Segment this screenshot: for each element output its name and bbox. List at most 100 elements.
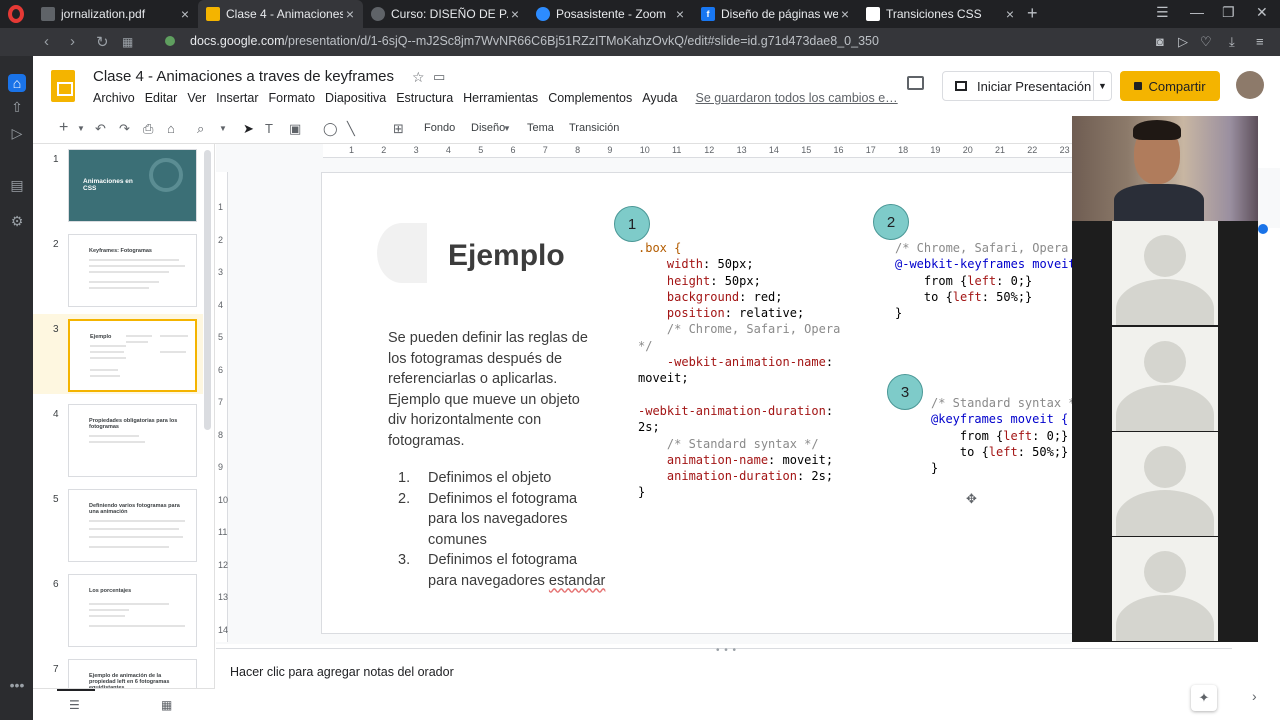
heart-icon[interactable]: ♡ [1200,34,1212,50]
close-tab-icon[interactable]: × [343,6,357,22]
browser-tab-transiciones[interactable]: Transiciones CSS × [858,0,1023,28]
step-badge-1[interactable]: 1 [614,206,650,242]
extension-icon[interactable] [1258,224,1268,234]
filmstrip-scrollbar[interactable] [204,150,211,430]
send-icon[interactable]: ▷ [1178,34,1188,50]
code-block-box[interactable]: .box { width: 50px; height: 50px; backgr… [638,240,840,501]
forward-icon[interactable]: › [70,33,75,50]
opera-logo-icon[interactable] [8,5,24,23]
document-title[interactable]: Clase 4 - Animaciones a traves de keyfra… [93,68,394,85]
user-avatar[interactable] [1236,71,1264,99]
menu-ayuda[interactable]: Ayuda [642,91,677,105]
step-badge-2[interactable]: 2 [873,204,909,240]
close-tab-icon[interactable]: × [838,6,852,22]
new-tab-icon[interactable]: + [1027,3,1038,24]
grid-icon[interactable]: ▦ [122,35,133,49]
close-tab-icon[interactable]: × [1003,6,1017,22]
menu-formato[interactable]: Formato [269,91,316,105]
slide[interactable]: Ejemplo Se pueden definir las reglas de … [321,172,1081,634]
url-field[interactable]: docs.google.com/presentation/d/1-6sjQ--m… [190,34,879,48]
menu-diapositiva[interactable]: Diapositiva [325,91,386,105]
slide-thumbnail-active[interactable]: 3 Ejemplo [33,314,203,394]
grid-view-icon[interactable]: ▦ [161,698,172,712]
side-panel-chevron-icon[interactable]: › [1252,688,1257,704]
slide-thumbnail[interactable]: 6 Los porcentajes [33,569,203,649]
maximize-icon[interactable]: ❐ [1222,4,1235,21]
secure-lock-icon[interactable] [165,36,175,46]
settings-gear-icon[interactable]: ⚙ [8,212,26,230]
share-button[interactable]: Compartir [1120,71,1220,101]
code-block-webkit-keyframes[interactable]: /* Chrome, Safari, Opera @-webkit-keyfra… [895,240,1076,321]
slide-paragraph[interactable]: Se pueden definir las reglas de los foto… [388,328,588,451]
code-block-keyframes[interactable]: /* Standard syntax */ @keyframes moveit … [931,395,1080,476]
browser-tab-slides[interactable]: Clase 4 - Animaciones a tra × [198,0,363,28]
saved-status[interactable]: Se guardaron todos los cambios e… [695,91,897,105]
slide-list[interactable]: 1. Definimos el objeto 2. Definimos el fot… [388,468,608,591]
menu-herramientas[interactable]: Herramientas [463,91,538,105]
participant-placeholder[interactable] [1112,221,1218,325]
close-tab-icon[interactable]: × [178,6,192,22]
select-cursor-icon[interactable]: ➤ [243,121,254,137]
close-tab-icon[interactable]: × [673,6,687,22]
menu-estructura[interactable]: Estructura [396,91,453,105]
background-button[interactable]: Fondo [424,122,455,134]
image-icon[interactable]: ▣ [289,121,301,137]
download-icon[interactable]: ⤓ [1229,34,1235,50]
browser-tab-facebook[interactable]: f Diseño de páginas web ( II × [693,0,858,28]
print-icon[interactable]: ⎙ [143,121,153,137]
menu-archivo[interactable]: Archivo [93,91,135,105]
menu-complementos[interactable]: Complementos [548,91,632,105]
menu-insertar[interactable]: Insertar [216,91,258,105]
close-tab-icon[interactable]: × [508,6,522,22]
comment-icon[interactable] [907,76,924,90]
explore-icon[interactable]: ✦ [1191,685,1217,711]
arrow-icon[interactable]: ⇧ [8,98,26,116]
slide-thumbnail[interactable]: 5 Definiendo varios fotogramas para una … [33,484,203,564]
slide-title[interactable]: Ejemplo [448,239,565,273]
participant-placeholder[interactable] [1112,327,1218,431]
theme-button[interactable]: Tema [527,122,554,134]
slide-thumbnail[interactable]: 7 Ejemplo de animación de la propiedad l… [33,654,203,688]
browser-tab-curso[interactable]: Curso: DISEÑO DE PÁGINA × [363,0,528,28]
shape-icon[interactable]: ◯ [323,121,338,137]
menu-editar[interactable]: Editar [145,91,178,105]
notes-placeholder[interactable]: Hacer clic para agregar notas del orador [230,665,454,679]
camera-icon[interactable]: ◙ [1156,34,1164,49]
participant-placeholder[interactable] [1112,432,1218,536]
participant-placeholder[interactable] [1112,537,1218,641]
slides-logo-icon[interactable] [51,70,75,102]
more-menu-icon[interactable]: ≡ [1256,34,1264,49]
list-view-icon[interactable]: ☰ [69,698,80,712]
slide-thumbnail[interactable]: 1 Animaciones en CSS [33,144,203,224]
text-box-icon[interactable]: T [265,121,273,136]
speaker-notes[interactable]: • • • Hacer clic para agregar notas del … [216,645,1232,720]
transition-button[interactable]: Transición [569,122,619,134]
redo-icon[interactable]: ↷ [119,121,130,137]
notes-resize-handle[interactable]: • • • [716,645,737,656]
slide-thumbnail[interactable]: 4 Propiedades obligatorias para los foto… [33,399,203,479]
reload-icon[interactable]: ↻ [96,33,109,51]
more-dots-icon[interactable]: ••• [8,676,26,694]
send-icon[interactable]: ▷ [8,124,26,142]
star-icon[interactable]: ☆ [412,69,425,86]
new-slide-dropdown-icon[interactable]: ▼ [77,124,85,133]
back-icon[interactable]: ‹ [44,33,49,50]
news-icon[interactable]: ▤ [8,176,26,194]
zoom-icon[interactable]: ⌕ [197,121,204,137]
present-button[interactable]: Iniciar Presentación ▼ [942,71,1112,101]
browser-tab-zoom[interactable]: Posasistente - Zoom × [528,0,693,28]
home-icon[interactable]: ⌂ [8,74,26,92]
layout-button[interactable]: Diseño [471,122,505,134]
comment-add-icon[interactable]: ⊞ [393,121,404,137]
line-icon[interactable]: ╲ [347,121,355,137]
slide-thumbnail[interactable]: 2 Keyframes: Fotogramas [33,229,203,309]
layout-dropdown-icon[interactable]: ▼ [503,124,511,133]
minimize-icon[interactable]: — [1190,4,1204,20]
zoom-dropdown-icon[interactable]: ▼ [219,124,227,133]
paint-format-icon[interactable]: ⌂ [167,121,175,136]
new-slide-icon[interactable]: + [59,119,68,137]
present-dropdown-icon[interactable]: ▼ [1093,72,1111,100]
close-window-icon[interactable]: ✕ [1256,4,1268,21]
folder-icon[interactable]: ▭ [433,69,445,85]
browser-tab-pdf[interactable]: jornalization.pdf × [33,0,198,28]
